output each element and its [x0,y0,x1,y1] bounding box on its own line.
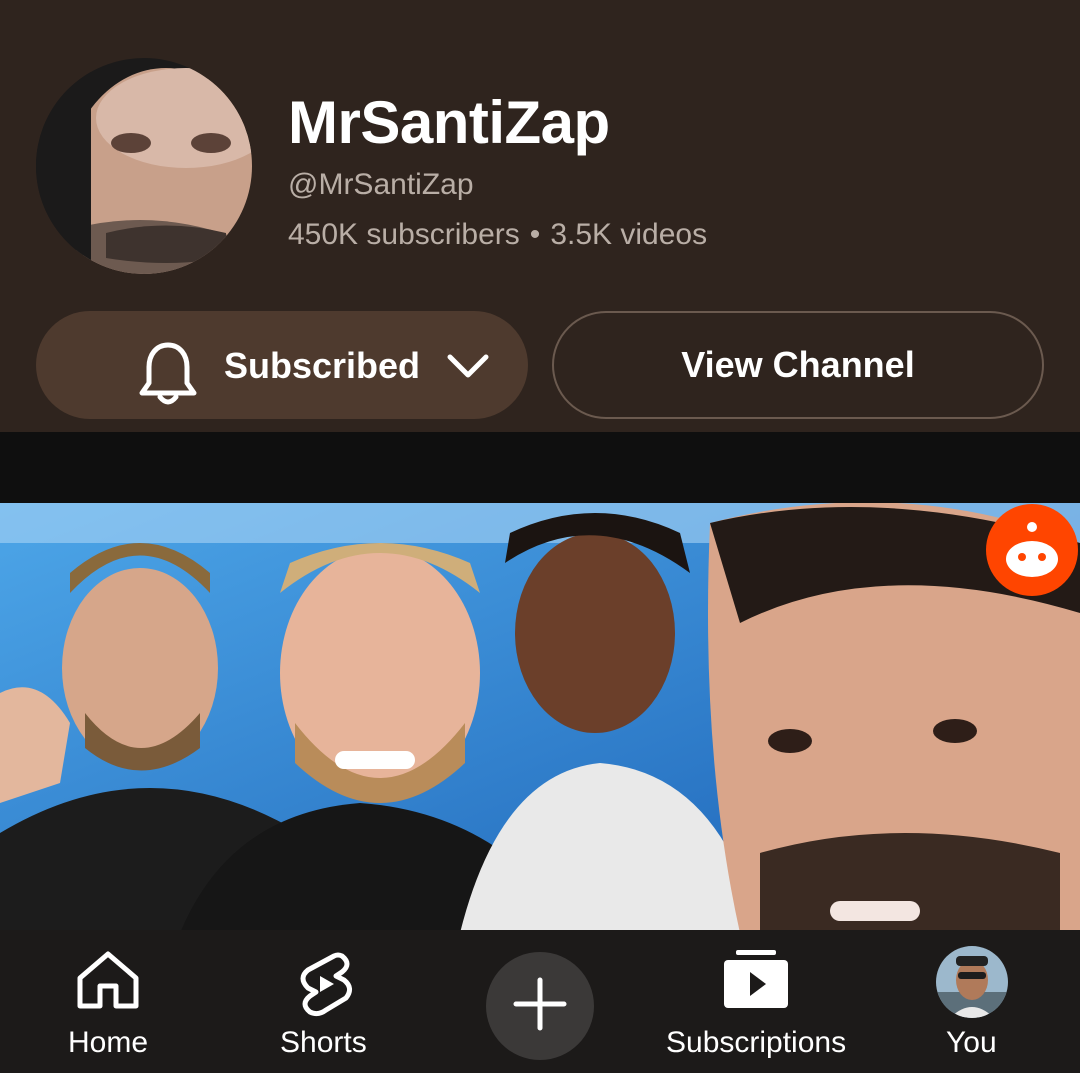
nav-home[interactable]: Home [58,930,158,1073]
subscribed-button[interactable]: Subscribed [36,311,528,419]
view-channel-button[interactable]: View Channel [552,311,1044,419]
nav-label-subscriptions: Subscriptions [666,1026,847,1059]
avatar [936,946,1008,1023]
nav-label-home: Home [68,1026,149,1059]
reddit-icon [986,504,1078,596]
stats-separator: • [529,218,541,251]
home-icon [74,948,142,1017]
create-button[interactable] [486,952,594,1060]
view-channel-label: View Channel [681,344,915,385]
subscribed-label: Subscribed [224,345,421,386]
subscriber-count: 450K subscribers [288,218,520,251]
chevron-down-icon [446,353,490,386]
subscriptions-icon [722,948,790,1017]
nav-shorts[interactable]: Shorts [272,930,382,1073]
plus-icon [512,976,568,1037]
channel-header: MrSantiZap @MrSantiZap 450K subscribers •… [0,0,1080,432]
nav-you[interactable]: You [930,930,1014,1073]
bell-icon [138,339,198,414]
video-count: 3.5K videos [550,218,708,251]
channel-handle: @MrSantiZap [288,168,474,201]
channel-avatar[interactable] [36,58,252,274]
nav-label-shorts: Shorts [280,1026,367,1059]
nav-label-you: You [946,1026,997,1059]
bottom-navigation: Home Shorts Subscriptions You [0,930,1080,1073]
video-thumbnail[interactable] [0,503,1080,933]
channel-name: MrSantiZap [288,89,610,156]
shorts-icon [294,948,358,1023]
nav-subscriptions[interactable]: Subscriptions [662,930,852,1073]
channel-stats: 450K subscribers • 3.5K videos [288,218,707,252]
